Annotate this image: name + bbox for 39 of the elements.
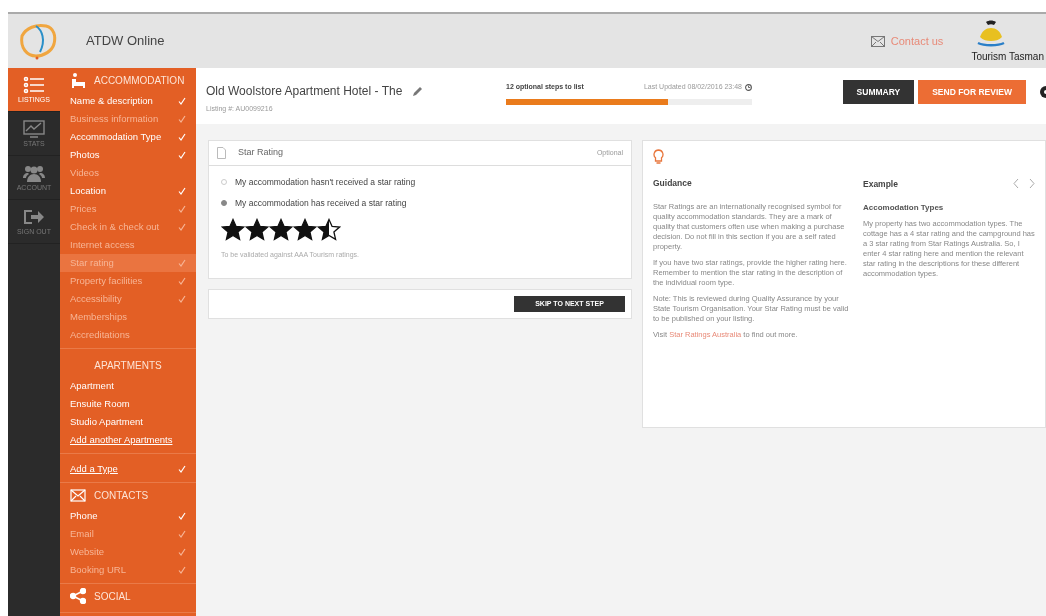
nav-item[interactable]: Apartment bbox=[60, 377, 196, 395]
nav-item[interactable]: Phone bbox=[60, 507, 196, 525]
nav-item[interactable]: Internet access bbox=[60, 236, 196, 254]
nav-item[interactable]: Email bbox=[60, 525, 196, 543]
app-name: ATDW Online bbox=[86, 32, 165, 51]
example-heading: Example bbox=[863, 178, 898, 189]
contact-link[interactable]: Contact us bbox=[890, 32, 944, 50]
nav-item[interactable]: Ensuite Room bbox=[60, 395, 196, 413]
nav-item[interactable]: Website bbox=[60, 543, 196, 561]
partner-name: Tourism Tasman bbox=[971, 50, 1044, 64]
summary-button[interactable]: SUMMARY bbox=[842, 80, 915, 104]
nav-link[interactable]: Add a Type bbox=[60, 460, 196, 478]
radio-option[interactable]: My accommodation hasn't received a star rating bbox=[221, 176, 619, 189]
nav-item[interactable]: Memberships bbox=[60, 308, 196, 326]
card-title: Star Rating bbox=[238, 146, 284, 160]
section-heading: CONTACTS bbox=[94, 488, 149, 503]
nav-item[interactable]: Star rating bbox=[60, 254, 196, 272]
nav-item[interactable]: Studio Apartment bbox=[60, 413, 196, 431]
nav-item[interactable]: Location bbox=[60, 182, 196, 200]
nav-link[interactable]: Add another Apartments bbox=[60, 431, 196, 449]
nav-item[interactable]: Videos bbox=[60, 164, 196, 182]
nav-item[interactable]: Prices bbox=[60, 200, 196, 218]
example-subheading: Accomodation Types bbox=[863, 203, 945, 213]
section-heading: SOCIAL bbox=[94, 589, 131, 604]
nav-item[interactable]: Accessibility bbox=[60, 290, 196, 308]
nav-item[interactable]: Accreditations bbox=[60, 326, 196, 344]
review-button[interactable]: SEND FOR REVIEW bbox=[918, 80, 1026, 104]
listing-title: Old Woolstore Apartment Hotel - The bbox=[206, 83, 403, 100]
nav-item[interactable]: Photos bbox=[60, 146, 196, 164]
nav-item[interactable]: Business information bbox=[60, 110, 196, 128]
nav-item[interactable]: Name & description bbox=[60, 92, 196, 110]
nav-item[interactable]: Check in & check out bbox=[60, 218, 196, 236]
nav-item[interactable]: Booking URL bbox=[60, 561, 196, 579]
guidance-heading: Guidance bbox=[653, 178, 693, 188]
section-heading: APARTMENTS bbox=[94, 358, 162, 373]
nav-item[interactable]: Accommodation Type bbox=[60, 128, 196, 146]
radio-option[interactable]: My accommodation has received a star rating bbox=[221, 196, 619, 210]
section-heading: ACCOMMODATION bbox=[94, 73, 185, 88]
nav-item[interactable]: Property facilities bbox=[60, 272, 196, 290]
